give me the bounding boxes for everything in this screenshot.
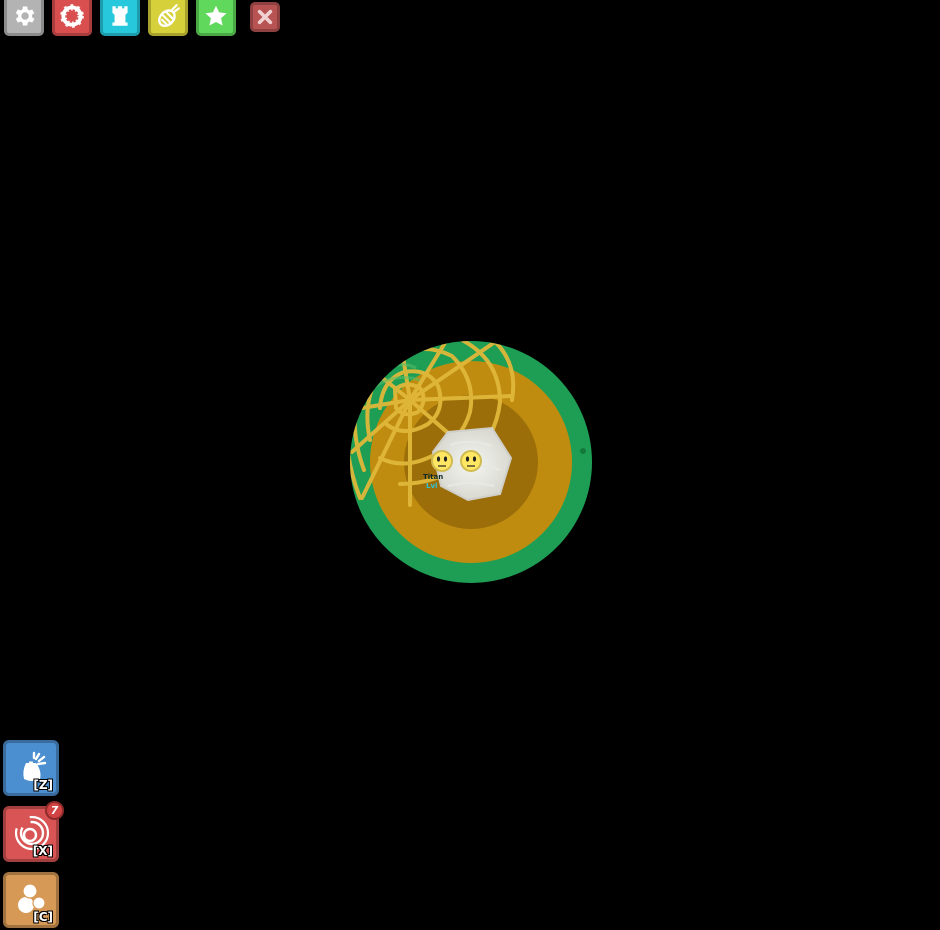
close-button[interactable] <box>250 2 280 32</box>
ability-x-count-badge: 7 <box>45 801 64 820</box>
player-flower <box>431 450 453 472</box>
close-icon <box>257 9 273 25</box>
craft-button[interactable] <box>148 0 188 36</box>
star-icon <box>205 5 227 26</box>
petals-button[interactable] <box>52 0 92 36</box>
rook-icon <box>112 6 128 26</box>
ability-z-key: [Z] <box>33 778 53 792</box>
ring-icon <box>60 4 84 28</box>
player-flower <box>460 450 482 472</box>
mob-name-label: Titan <box>423 473 444 481</box>
game-screen: Titan Lvl [Z] [X] 7 [C] <box>0 0 940 930</box>
gear-icon <box>15 6 35 26</box>
changelog-button[interactable] <box>196 0 236 36</box>
ability-x-key: [X] <box>32 844 53 858</box>
minimap-marker <box>580 448 586 454</box>
ability-z-button[interactable]: [Z] <box>3 740 59 796</box>
game-arena <box>350 341 592 583</box>
beetle-icon <box>158 4 180 28</box>
ability-c-key: [C] <box>33 910 53 924</box>
gallery-button[interactable] <box>100 0 140 36</box>
settings-button[interactable] <box>4 0 44 36</box>
ability-c-button[interactable]: [C] <box>3 872 59 928</box>
mob-level-label: Lvl <box>426 482 438 490</box>
